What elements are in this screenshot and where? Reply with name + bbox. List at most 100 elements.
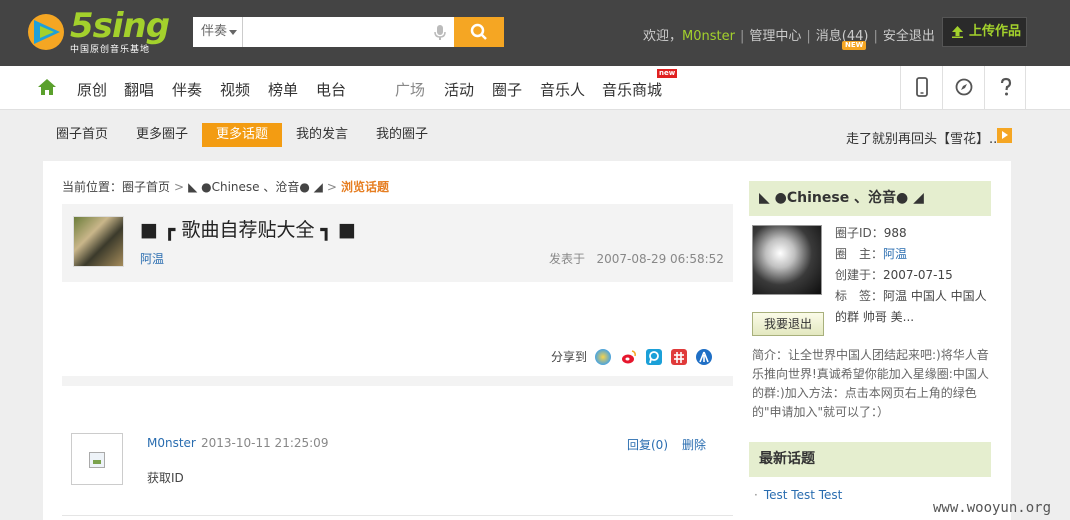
separator: | xyxy=(739,29,745,44)
mobile-button[interactable] xyxy=(900,66,942,109)
weibo-share-icon[interactable] xyxy=(621,349,637,365)
circle-avatar[interactable] xyxy=(752,225,822,295)
nav-item-events[interactable]: 活动 xyxy=(444,79,474,100)
subnav-more-topics[interactable]: 更多话题 xyxy=(202,123,283,147)
circle-name-header[interactable]: ◣ ●Chinese 、沧音● ◢ xyxy=(749,181,991,216)
delete-button[interactable]: 删除 xyxy=(682,436,706,453)
search-type-label: 伴奏 xyxy=(201,24,228,39)
topic-posted-time: 发表于 2007-08-29 06:58:52 xyxy=(549,250,724,267)
breadcrumb-circle[interactable]: ◣ ●Chinese 、沧音● ◢ xyxy=(188,180,323,194)
nav-item-cover[interactable]: 翻唱 xyxy=(124,79,154,100)
nav-item-radio[interactable]: 电台 xyxy=(316,79,346,100)
logo[interactable]: 5sing 中国原创音乐基地 xyxy=(26,6,170,56)
reply-text: 获取ID xyxy=(147,471,184,485)
exit-circle-button[interactable]: 我要退出 xyxy=(752,312,824,336)
list-item[interactable]: · Test Test Test xyxy=(754,484,842,506)
topic-title: ■ ┏ 歌曲自荐贴大全 ┓ ■ xyxy=(140,219,356,241)
search-input[interactable] xyxy=(243,17,454,47)
top-bar: 5sing 中国原创音乐基地 伴奏 欢迎，M0nster | 管理中心 | 消息(44)… xyxy=(0,0,1070,66)
circle-owner-label: 圈 主： xyxy=(835,247,884,261)
nav-item-video[interactable]: 视频 xyxy=(220,79,250,100)
qzone-share-icon[interactable] xyxy=(595,349,611,365)
circle-owner-link[interactable]: 阿温 xyxy=(883,247,907,261)
renren-share-icon[interactable] xyxy=(696,349,712,365)
circle-created-row: 创建于：2007-07-15 xyxy=(835,265,995,286)
search-icon xyxy=(470,23,487,40)
circle-id-label: 圈子ID： xyxy=(835,226,884,240)
kaixin-share-icon[interactable] xyxy=(671,349,687,365)
nav-item-original[interactable]: 原创 xyxy=(77,79,107,100)
messages-new-badge: NEW xyxy=(842,41,867,50)
discover-button[interactable] xyxy=(942,66,984,109)
breadcrumb: 当前位置：圈子首页 > ◣ ●Chinese 、沧音● ◢ > 浏览话题 xyxy=(62,178,389,195)
author-avatar[interactable] xyxy=(73,216,124,267)
renren-icon xyxy=(699,351,709,363)
bullet: · xyxy=(754,488,758,502)
home-icon[interactable] xyxy=(37,78,57,96)
share-label: 分享到 xyxy=(551,350,588,364)
search-type-select[interactable]: 伴奏 xyxy=(193,17,243,47)
help-button[interactable] xyxy=(984,66,1026,109)
divider xyxy=(62,515,733,516)
circle-owner-row: 圈 主：阿温 xyxy=(835,244,995,265)
search-bar: 伴奏 xyxy=(193,17,504,47)
user-links: 欢迎，M0nster | 管理中心 | 消息(44) | 安全退出 NEW xyxy=(643,25,935,50)
watermark: www.wooyun.org xyxy=(933,500,1052,516)
breadcrumb-current: 浏览话题 xyxy=(340,180,389,194)
sub-nav: 圈子首页 更多圈子 更多话题 我的发言 我的圈子 走了就别再回头【雪花】.. xyxy=(0,111,1070,161)
upload-button-label: 上传作品 xyxy=(969,24,1022,39)
posted-time: 2007-08-29 06:58:52 xyxy=(596,252,724,266)
logout-link[interactable]: 安全退出 xyxy=(883,25,935,44)
admin-link[interactable]: 管理中心 xyxy=(749,25,801,44)
chevron-down-icon xyxy=(229,30,237,35)
search-button[interactable] xyxy=(454,17,504,47)
tencent-icon xyxy=(649,351,659,364)
compass-icon xyxy=(955,78,973,96)
circle-info: 圈子ID：988 圈 主：阿温 创建于：2007-07-15 标 签：阿温 中国… xyxy=(835,223,995,328)
circle-created-label: 创建于： xyxy=(835,268,884,282)
username-link[interactable]: M0nster xyxy=(682,29,735,44)
subnav-more-circles[interactable]: 更多圈子 xyxy=(122,123,202,147)
scrolling-announcement[interactable]: 走了就别再回头【雪花】.. xyxy=(846,128,997,147)
breadcrumb-home[interactable]: 圈子首页 xyxy=(122,180,170,194)
nav-item-accompaniment[interactable]: 伴奏 xyxy=(172,79,202,100)
circle-tags-line1: 阿温 中国人 中国人 xyxy=(883,289,987,303)
upload-button[interactable]: 上传作品 xyxy=(942,17,1027,47)
reply-avatar[interactable] xyxy=(71,433,123,485)
logo-subtitle: 中国原创音乐基地 xyxy=(70,45,151,55)
logo-text: 5sing xyxy=(70,6,170,46)
content-panel: 当前位置：圈子首页 > ◣ ●Chinese 、沧音● ◢ > 浏览话题 ■ ┏ 歌曲自… xyxy=(43,161,1011,520)
nav-item-circles[interactable]: 圈子 xyxy=(492,79,522,100)
tencent-share-icon[interactable] xyxy=(646,349,662,365)
separator: | xyxy=(806,29,811,44)
circle-tags-line2: 的群 帅哥 美... xyxy=(835,310,915,324)
weibo-icon xyxy=(622,350,636,364)
separator: | xyxy=(873,29,878,44)
latest-topics-header: 最新话题 xyxy=(749,442,991,477)
play-arrow-icon[interactable] xyxy=(997,128,1012,143)
circle-tags-row: 标 签：阿温 中国人 中国人 xyxy=(835,286,995,307)
reply-username-link[interactable]: M0nster xyxy=(147,436,196,450)
section-divider xyxy=(62,376,733,386)
subnav-my-circles[interactable]: 我的圈子 xyxy=(362,123,442,147)
circle-tags-row-2: 的群 帅哥 美... xyxy=(835,307,995,328)
nav-item-square[interactable]: 广场 xyxy=(395,79,425,100)
subnav-my-posts[interactable]: 我的发言 xyxy=(282,123,362,147)
posted-label: 发表于 xyxy=(549,252,586,266)
microphone-icon[interactable] xyxy=(433,25,447,41)
breadcrumb-prefix: 当前位置： xyxy=(62,180,123,194)
circle-created-value: 2007-07-15 xyxy=(883,268,953,282)
topic-author-link[interactable]: 阿温 xyxy=(140,250,164,267)
kaixin-icon xyxy=(674,352,684,363)
subnav-circle-home[interactable]: 圈子首页 xyxy=(42,123,122,147)
main-nav: 原创 翻唱 伴奏 视频 榜单 电台 广场 活动 圈子 音乐人 音乐商城 new xyxy=(0,66,1070,110)
nav-item-musicians[interactable]: 音乐人 xyxy=(540,79,585,100)
latest-topic-link[interactable]: Test Test Test xyxy=(764,488,843,502)
reply-button[interactable]: 回复(0) xyxy=(627,436,668,453)
nav-item-music-store[interactable]: 音乐商城 xyxy=(602,79,662,100)
broken-image-icon xyxy=(89,452,105,468)
nav-item-charts[interactable]: 榜单 xyxy=(268,79,298,100)
reply-item: M0nster 2013-10-11 21:25:09 获取ID 回复(0) 删… xyxy=(62,431,733,511)
breadcrumb-separator: > xyxy=(326,180,337,194)
logo-icon xyxy=(28,14,64,50)
